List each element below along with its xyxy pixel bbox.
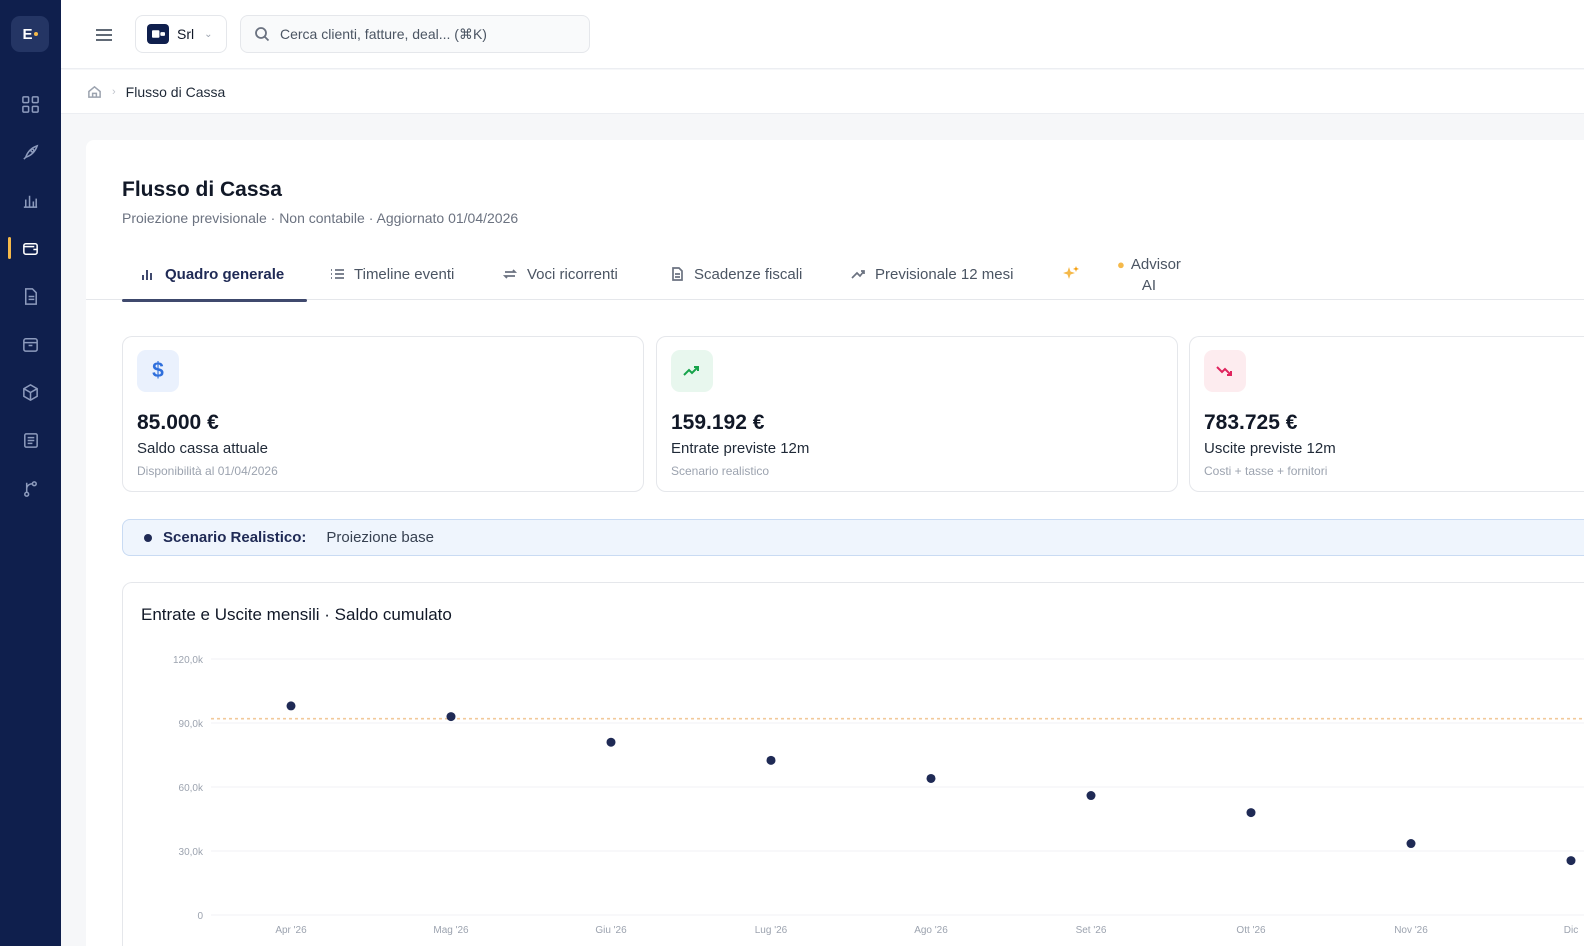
kpi-value: 783.725 € xyxy=(1204,411,1298,434)
company-selector[interactable]: Srl ⌄ xyxy=(135,15,227,53)
scenario-name: Scenario Realistico: xyxy=(163,529,307,546)
ledger-icon[interactable] xyxy=(0,420,61,460)
breadcrumb-current: Flusso di Cassa xyxy=(125,83,226,100)
x-tick-label: Mag '26 xyxy=(433,925,469,936)
trend-down-icon xyxy=(1204,350,1246,392)
search-placeholder: Cerca clienti, fatture, deal... (⌘K) xyxy=(280,25,487,42)
logo-text: E xyxy=(22,25,33,43)
y-tick-label: 30,0k xyxy=(179,847,204,858)
bar-chart-icon[interactable] xyxy=(0,180,61,220)
y-tick-label: 120,0k xyxy=(173,655,204,666)
cube-icon[interactable] xyxy=(0,372,61,412)
company-label: Srl xyxy=(177,26,195,42)
archive-box-icon[interactable] xyxy=(0,324,61,364)
tab-label: Previsionale 12 mesi xyxy=(875,265,1014,283)
tab-label-line2: AI xyxy=(1141,277,1157,294)
scenario-bullet xyxy=(144,533,152,542)
data-point xyxy=(766,755,776,765)
menu-icon[interactable] xyxy=(93,24,115,46)
chevron-down-icon: ⌄ xyxy=(204,28,213,40)
trend-up-icon xyxy=(851,270,865,279)
sidebar: E xyxy=(0,0,61,946)
data-point xyxy=(1246,808,1256,818)
tab-label: Advisor xyxy=(1130,256,1181,273)
document-icon[interactable] xyxy=(0,276,61,316)
main-content: Flusso di Cassa Proiezione previsionale … xyxy=(86,140,1584,946)
top-bar: Srl ⌄ Cerca clienti, fatture, deal... (⌘… xyxy=(61,0,1584,69)
sparkle-icon[interactable] xyxy=(1061,264,1081,284)
x-tick-label: Ago '26 xyxy=(914,925,948,936)
wallet-icon[interactable] xyxy=(0,228,61,268)
trend-up-icon xyxy=(671,350,713,392)
x-tick-label: Lug '26 xyxy=(755,925,788,936)
y-tick-label: 60,0k xyxy=(179,783,204,794)
kpi-label: Saldo cassa attuale xyxy=(137,440,268,457)
x-tick-label: Dic xyxy=(1564,925,1578,936)
data-point xyxy=(1086,791,1096,801)
data-point xyxy=(446,712,456,722)
scenario-description: Proiezione base xyxy=(326,529,434,546)
tab-label: Voci ricorrenti xyxy=(527,265,618,283)
tab-previsionale-12-mesi[interactable]: Previsionale 12 mesi xyxy=(850,248,1013,300)
data-point xyxy=(286,701,296,711)
repeat-icon xyxy=(502,269,518,279)
page-title: Flusso di Cassa xyxy=(122,178,282,201)
x-tick-label: Nov '26 xyxy=(1394,925,1428,936)
breadcrumb: › Flusso di Cassa xyxy=(61,70,1584,114)
dollar-icon: $ xyxy=(137,350,179,392)
x-tick-label: Giu '26 xyxy=(595,925,627,936)
x-tick-label: Apr '26 xyxy=(275,925,307,936)
kpi-note: Scenario realistico xyxy=(671,464,770,478)
kpi-label: Uscite previste 12m xyxy=(1204,440,1336,457)
page-subtitle: Proiezione previsionale · Non contabile … xyxy=(122,210,519,226)
kpi-value: 85.000 € xyxy=(137,411,219,434)
y-tick-label: 90,0k xyxy=(179,719,204,730)
kpi-card-saldo: $ 85.000 € Saldo cassa attuale Disponibi… xyxy=(122,336,644,492)
tab-label: Quadro generale xyxy=(165,265,285,283)
search-icon xyxy=(255,27,270,42)
document-icon xyxy=(672,267,683,281)
list-icon xyxy=(331,269,344,279)
dashboard-icon[interactable] xyxy=(0,84,61,124)
bar-chart-icon xyxy=(142,270,152,280)
kpi-value: 159.192 € xyxy=(671,411,765,434)
tab-scadenze-fiscali[interactable]: Scadenze fiscali xyxy=(669,248,802,300)
scenario-banner[interactable]: Scenario Realistico: Proiezione base xyxy=(122,519,1584,556)
chart-card: Entrate e Uscite mensili · Saldo cumulat… xyxy=(122,582,1584,946)
company-icon xyxy=(147,24,169,44)
data-point xyxy=(1566,856,1576,866)
kpi-label: Entrate previste 12m xyxy=(671,440,810,457)
data-point xyxy=(926,773,936,783)
rocket-icon[interactable] xyxy=(0,132,61,172)
cashflow-chart: 0 30,0k 60,0k 90,0k 120,0k Apr '26 Mag '26 Giu … xyxy=(173,655,1584,936)
tab-label: Scadenze fiscali xyxy=(694,265,803,283)
home-icon[interactable] xyxy=(87,84,102,99)
data-point xyxy=(606,737,616,747)
tab-advisor-ai[interactable]: ● Advisor AI xyxy=(1104,254,1194,296)
tab-voci-ricorrenti[interactable]: Voci ricorrenti xyxy=(502,248,618,300)
tab-bar: Quadro generale Timeline eventi Voci ric… xyxy=(86,248,1584,302)
branch-icon[interactable] xyxy=(0,468,61,508)
kpi-card-uscite: 783.725 € Uscite previste 12m Costi + ta… xyxy=(1189,336,1584,492)
kpi-card-entrate: 159.192 € Entrate previste 12m Scenario … xyxy=(656,336,1178,492)
app-logo[interactable]: E xyxy=(11,16,49,52)
tab-label: Timeline eventi xyxy=(354,265,455,283)
breadcrumb-separator: › xyxy=(112,85,116,98)
tab-timeline-eventi[interactable]: Timeline eventi xyxy=(329,248,454,300)
search-input[interactable]: Cerca clienti, fatture, deal... (⌘K) xyxy=(240,15,590,53)
kpi-note: Costi + tasse + fornitori xyxy=(1204,464,1328,478)
x-tick-label: Set '26 xyxy=(1076,925,1107,936)
kpi-note: Disponibilità al 01/04/2026 xyxy=(137,464,278,478)
lightbulb-icon: ● xyxy=(1117,257,1125,272)
x-tick-label: Ott '26 xyxy=(1236,925,1266,936)
tab-quadro-generale[interactable]: Quadro generale xyxy=(122,248,307,302)
y-tick-label: 0 xyxy=(197,911,203,922)
data-point xyxy=(1406,839,1416,849)
